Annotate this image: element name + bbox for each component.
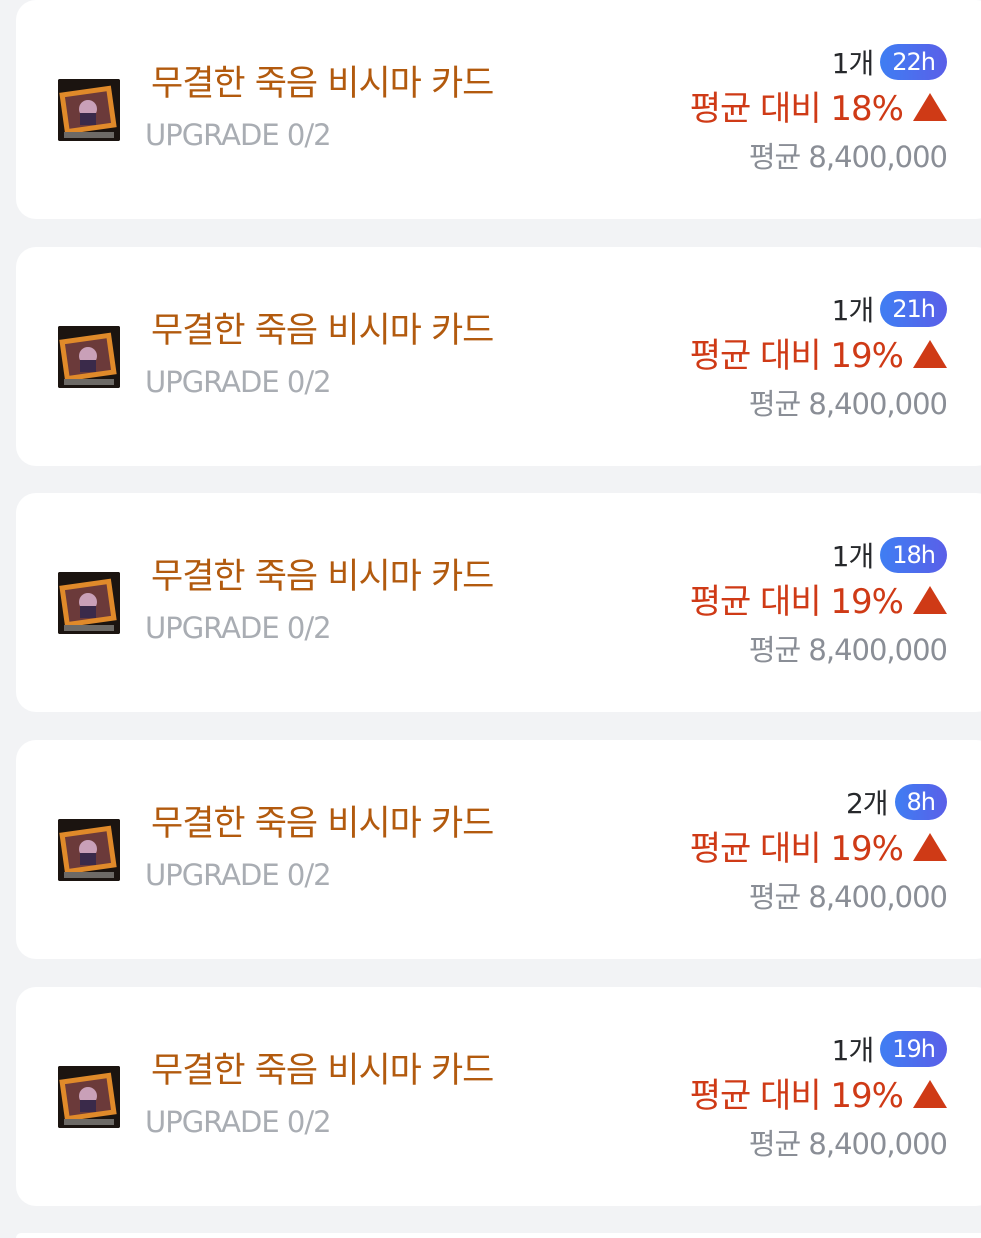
bishima-card-icon	[58, 326, 120, 388]
average-comparison: 평균 대비 19%	[689, 336, 904, 376]
price-info: 1개 19h 평균 대비 19% 평균 8,400,000	[587, 1027, 948, 1167]
triangle-up-icon	[913, 833, 947, 861]
triangle-up-icon	[913, 93, 947, 121]
listing-card[interactable]: 무결한 죽음 비시마 카드 UPGRADE 0/2 2개 8h 평균 대비 19…	[16, 740, 981, 959]
bishima-card-icon	[58, 79, 120, 141]
average-price: 평균 8,400,000	[748, 140, 948, 174]
average-price: 평균 8,400,000	[748, 387, 948, 421]
listing-card-partial[interactable]	[16, 1233, 981, 1238]
quantity: 1개	[831, 47, 875, 80]
listing-card[interactable]: 무결한 죽음 비시마 카드 UPGRADE 0/2 1개 22h 평균 대비 1…	[16, 0, 981, 219]
item-name: 무결한 죽음 비시마 카드	[151, 64, 494, 104]
item-name: 무결한 죽음 비시마 카드	[151, 557, 494, 597]
average-comparison: 평균 대비 19%	[689, 1076, 904, 1116]
upgrade-status: UPGRADE 0/2	[145, 858, 332, 892]
triangle-up-icon	[913, 340, 947, 368]
triangle-up-icon	[913, 586, 947, 614]
item-name: 무결한 죽음 비시마 카드	[151, 311, 494, 351]
listing-card[interactable]: 무결한 죽음 비시마 카드 UPGRADE 0/2 1개 19h 평균 대비 1…	[16, 987, 981, 1206]
bishima-card-icon	[58, 819, 120, 881]
time-remaining-badge: 8h	[894, 784, 947, 820]
quantity: 1개	[831, 540, 875, 573]
item-name: 무결한 죽음 비시마 카드	[151, 804, 494, 844]
price-info: 2개 8h 평균 대비 19% 평균 8,400,000	[587, 780, 948, 920]
average-price: 평균 8,400,000	[748, 1127, 948, 1161]
triangle-up-icon	[913, 1080, 947, 1108]
listing-card[interactable]: 무결한 죽음 비시마 카드 UPGRADE 0/2 1개 21h 평균 대비 1…	[16, 247, 981, 466]
average-comparison: 평균 대비 19%	[689, 829, 904, 869]
upgrade-status: UPGRADE 0/2	[145, 118, 332, 152]
listing-card[interactable]: 무결한 죽음 비시마 카드 UPGRADE 0/2 1개 18h 평균 대비 1…	[16, 493, 981, 712]
quantity: 1개	[831, 1034, 875, 1067]
quantity: 2개	[845, 787, 889, 820]
average-price: 평균 8,400,000	[748, 880, 948, 914]
bishima-card-icon	[58, 572, 120, 634]
average-comparison: 평균 대비 18%	[689, 89, 904, 129]
upgrade-status: UPGRADE 0/2	[145, 365, 332, 399]
upgrade-status: UPGRADE 0/2	[145, 611, 332, 645]
price-info: 1개 22h 평균 대비 18% 평균 8,400,000	[587, 40, 948, 180]
upgrade-status: UPGRADE 0/2	[145, 1105, 332, 1139]
average-comparison: 평균 대비 19%	[689, 582, 904, 622]
price-info: 1개 18h 평균 대비 19% 평균 8,400,000	[587, 533, 948, 673]
time-remaining-badge: 19h	[880, 1031, 947, 1067]
listing-list: 무결한 죽음 비시마 카드 UPGRADE 0/2 1개 22h 평균 대비 1…	[0, 0, 981, 1238]
time-remaining-badge: 18h	[880, 537, 947, 573]
time-remaining-badge: 22h	[880, 44, 947, 80]
quantity: 1개	[831, 294, 875, 327]
average-price: 평균 8,400,000	[748, 633, 948, 667]
price-info: 1개 21h 평균 대비 19% 평균 8,400,000	[587, 287, 948, 427]
item-name: 무결한 죽음 비시마 카드	[151, 1051, 494, 1091]
time-remaining-badge: 21h	[880, 291, 947, 327]
bishima-card-icon	[58, 1066, 120, 1128]
